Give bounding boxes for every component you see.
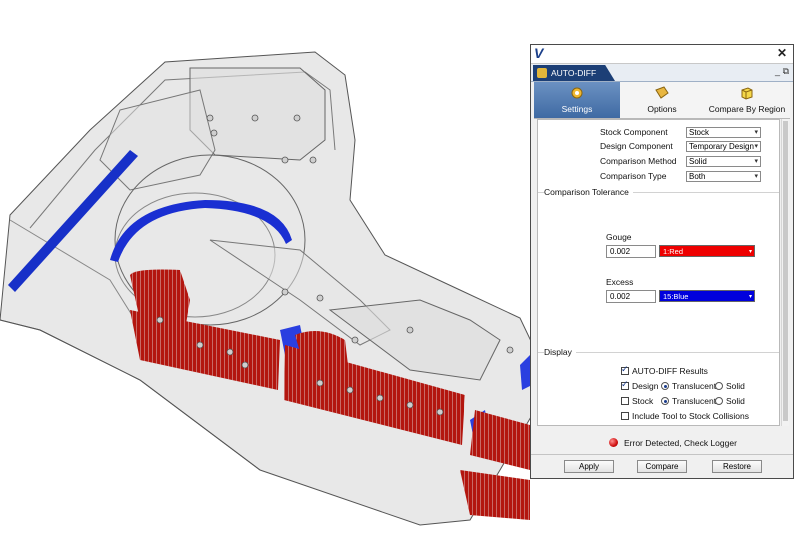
comparison-method-label: Comparison Method bbox=[600, 156, 677, 166]
popout-icon[interactable]: ⧉ bbox=[783, 66, 789, 76]
design-checkbox[interactable] bbox=[621, 379, 629, 390]
design-component-value: Temporary Design bbox=[689, 142, 754, 151]
close-icon[interactable]: ✕ bbox=[777, 46, 787, 60]
app-logo: V bbox=[534, 45, 544, 61]
panel-titlebar[interactable]: V ✕ bbox=[531, 45, 793, 64]
gouge-field[interactable]: 0.002 bbox=[606, 245, 656, 258]
autodiff-results-label: AUTO-DIFF Results bbox=[632, 366, 708, 376]
tab-settings[interactable]: Settings bbox=[534, 82, 620, 118]
autodiff-panel: V ✕ AUTO-DIFF _ ⧉ Settings Options Compa… bbox=[530, 44, 794, 479]
chevron-down-icon: ▾ bbox=[748, 294, 752, 300]
tab-tools[interactable]: _ ⧉ bbox=[775, 66, 789, 77]
design-component-select[interactable]: Temporary Design ▾ bbox=[686, 141, 761, 152]
tab-options[interactable]: Options bbox=[620, 82, 704, 118]
comparison-type-value: Both bbox=[689, 172, 706, 181]
autodiff-results-checkbox[interactable] bbox=[621, 364, 629, 375]
tab-settings-label: Settings bbox=[561, 104, 593, 114]
scroll-thumb[interactable] bbox=[783, 121, 788, 421]
autodiff-icon bbox=[537, 68, 547, 78]
apply-button[interactable]: Apply bbox=[564, 460, 614, 473]
options-icon bbox=[655, 86, 669, 99]
tolerance-section-header: Comparison Tolerance bbox=[538, 187, 779, 199]
tab-autodiff[interactable]: AUTO-DIFF bbox=[533, 65, 615, 81]
chevron-down-icon: ▾ bbox=[754, 129, 758, 136]
stock-component-value: Stock bbox=[689, 128, 710, 137]
design-solid-radio[interactable] bbox=[715, 382, 723, 390]
gouge-color-label: 1:Red bbox=[663, 247, 684, 256]
tab-compare-by-region-label: Compare By Region bbox=[708, 104, 786, 114]
stock-solid-label: Solid bbox=[726, 396, 745, 406]
tab-compare-by-region[interactable]: Compare By Region bbox=[704, 82, 790, 118]
chevron-down-icon: ▾ bbox=[754, 158, 758, 165]
cube-icon bbox=[741, 87, 753, 100]
button-row: Apply Compare Restore bbox=[531, 454, 793, 473]
gouge-label: Gouge bbox=[606, 232, 632, 242]
excess-color-select[interactable]: 15:Blue ▾ bbox=[659, 290, 755, 302]
gear-icon bbox=[571, 87, 583, 99]
content-scrollbar[interactable] bbox=[781, 119, 789, 426]
tab-options-label: Options bbox=[647, 104, 677, 114]
excess-color-label: 15:Blue bbox=[663, 292, 689, 301]
design-component-label: Design Component bbox=[600, 141, 673, 151]
compare-button[interactable]: Compare bbox=[637, 460, 687, 473]
gouge-value: 0.002 bbox=[610, 247, 631, 256]
tab-strip: AUTO-DIFF _ ⧉ bbox=[531, 64, 793, 82]
comparison-type-select[interactable]: Both ▾ bbox=[686, 171, 761, 182]
stock-translucent-radio[interactable] bbox=[661, 397, 669, 405]
error-icon bbox=[609, 438, 618, 447]
stock-label: Stock bbox=[632, 396, 654, 406]
stock-component-label: Stock Component bbox=[600, 127, 668, 137]
stock-component-select[interactable]: Stock ▾ bbox=[686, 127, 761, 138]
display-section-header: Display bbox=[538, 347, 779, 359]
restore-button[interactable]: Restore bbox=[712, 460, 762, 473]
excess-field[interactable]: 0.002 bbox=[606, 290, 656, 303]
excess-value: 0.002 bbox=[610, 292, 631, 301]
translucent-part bbox=[0, 51, 541, 526]
status-message: Error Detected, Check Logger bbox=[624, 438, 737, 448]
stock-checkbox[interactable] bbox=[621, 397, 629, 405]
stock-solid-radio[interactable] bbox=[715, 397, 723, 405]
design-label: Design bbox=[632, 381, 659, 391]
comparison-method-value: Solid bbox=[689, 157, 707, 166]
gouge-color-select[interactable]: 1:Red ▾ bbox=[659, 245, 755, 257]
chevron-down-icon: ▾ bbox=[754, 173, 758, 180]
design-solid-label: Solid bbox=[726, 381, 745, 391]
excess-label: Excess bbox=[606, 277, 634, 287]
tab-autodiff-label: AUTO-DIFF bbox=[551, 68, 597, 78]
design-translucent-radio[interactable] bbox=[661, 382, 669, 390]
ribbon: Settings Options Compare By Region bbox=[534, 82, 790, 119]
chevron-down-icon: ▾ bbox=[748, 249, 752, 255]
design-translucent-label: Translucent bbox=[672, 381, 717, 391]
comparison-method-select[interactable]: Solid ▾ bbox=[686, 156, 761, 167]
comparison-type-label: Comparison Type bbox=[600, 171, 667, 181]
include-tool-label: Include Tool to Stock Collisions bbox=[632, 411, 750, 421]
settings-content: Stock Component Stock ▾ Design Component … bbox=[537, 119, 780, 426]
include-tool-checkbox[interactable] bbox=[621, 412, 629, 420]
tolerance-header: Comparison Tolerance bbox=[544, 187, 633, 197]
display-header: Display bbox=[544, 347, 576, 357]
chevron-down-icon: ▾ bbox=[754, 143, 758, 150]
minimize-icon[interactable]: _ bbox=[775, 66, 780, 76]
stock-translucent-label: Translucent bbox=[672, 396, 717, 406]
